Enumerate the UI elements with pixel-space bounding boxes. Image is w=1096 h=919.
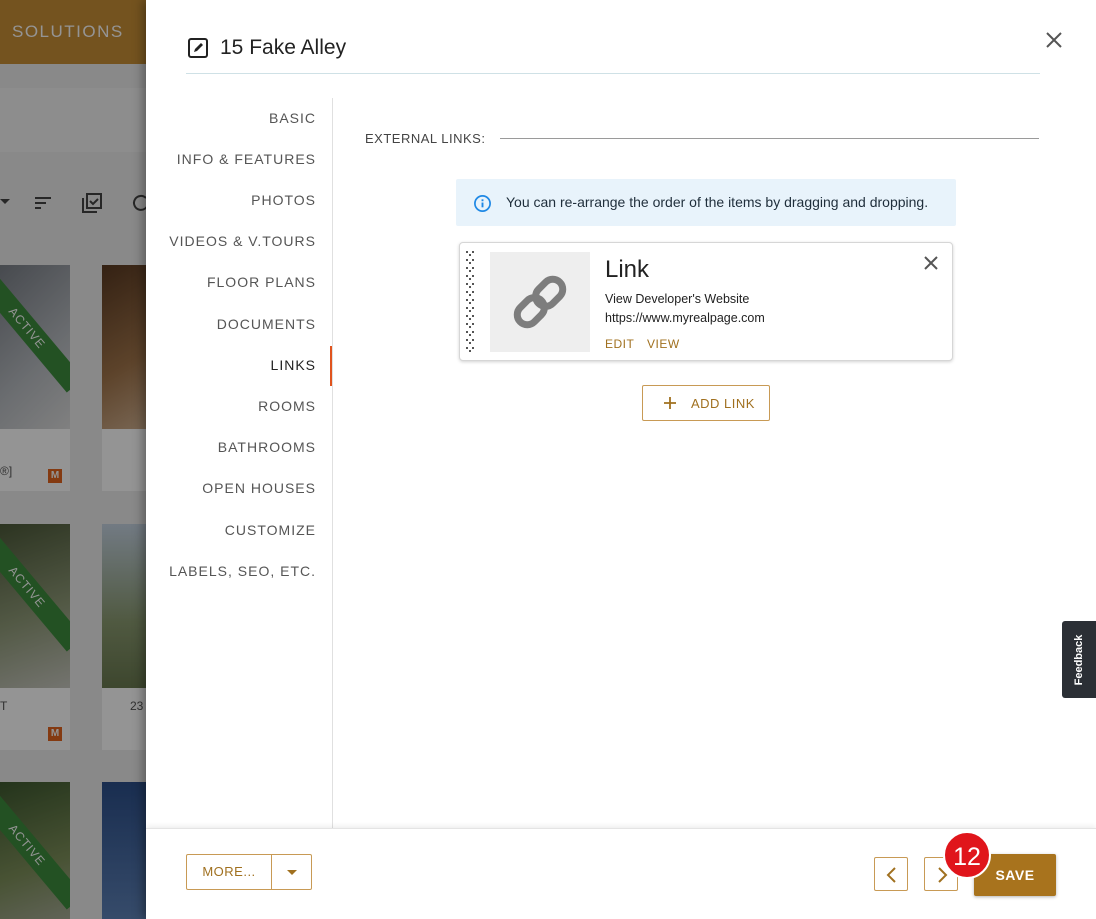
nav-item-floor-plans[interactable]: FLOOR PLANS: [207, 274, 316, 290]
close-icon[interactable]: [1042, 28, 1066, 52]
remove-link-icon[interactable]: [922, 254, 940, 272]
external-links-label: EXTERNAL LINKS:: [365, 131, 486, 146]
more-button[interactable]: MORE...: [186, 854, 272, 890]
edit-listing-dialog: 15 Fake Alley BASIC INFO & FEATURES PHOT…: [146, 0, 1096, 919]
nav-item-open-houses[interactable]: OPEN HOUSES: [202, 480, 316, 496]
edit-icon: [188, 38, 208, 58]
feedback-tab[interactable]: Feedback: [1062, 621, 1096, 698]
more-dropdown-toggle[interactable]: [271, 854, 312, 890]
add-link-label: ADD LINK: [691, 396, 755, 411]
nav-item-customize[interactable]: CUSTOMIZE: [225, 522, 316, 538]
nav-item-bathrooms[interactable]: BATHROOMS: [218, 439, 316, 455]
nav-item-basic[interactable]: BASIC: [269, 110, 316, 126]
dialog-footer: MORE... SAVE 12: [146, 828, 1096, 919]
nav-item-photos[interactable]: PHOTOS: [251, 192, 316, 208]
dialog-title: 15 Fake Alley: [220, 36, 347, 59]
chain-link-icon: [513, 275, 567, 329]
nav-item-rooms[interactable]: ROOMS: [258, 398, 316, 414]
step-number-badge: 12: [943, 831, 991, 879]
info-banner: You can re-arrange the order of the item…: [456, 179, 956, 226]
link-thumbnail: [490, 252, 590, 352]
info-text: You can re-arrange the order of the item…: [506, 194, 929, 210]
dialog-header: 15 Fake Alley: [186, 32, 1040, 74]
info-icon: [474, 195, 491, 212]
link-description: View Developer's Website: [605, 292, 750, 306]
drag-handle-icon[interactable]: [464, 249, 478, 357]
nav-active-indicator: [330, 346, 332, 386]
link-item-card[interactable]: Link View Developer's Website https://ww…: [459, 242, 953, 361]
add-link-button[interactable]: ADD LINK: [642, 385, 770, 421]
nav-item-labels-seo[interactable]: LABELS, SEO, ETC.: [169, 563, 316, 579]
nav-item-videos-tours[interactable]: VIDEOS & V.TOURS: [169, 233, 316, 249]
plus-icon: [664, 397, 676, 409]
nav-item-documents[interactable]: DOCUMENTS: [217, 316, 316, 332]
link-url: https://www.myrealpage.com: [605, 311, 765, 325]
feedback-label: Feedback: [1073, 634, 1085, 685]
edit-link-button[interactable]: EDIT: [605, 337, 634, 351]
chevron-left-icon: [886, 867, 896, 883]
caret-down-icon: [287, 870, 297, 875]
view-link-button[interactable]: VIEW: [647, 337, 680, 351]
previous-button[interactable]: [874, 857, 908, 891]
nav-item-info-features[interactable]: INFO & FEATURES: [177, 151, 316, 167]
nav-item-links[interactable]: LINKS: [271, 357, 316, 373]
section-divider: [500, 138, 1039, 139]
section-nav: BASIC INFO & FEATURES PHOTOS VIDEOS & V.…: [146, 98, 333, 828]
link-title: Link: [605, 256, 650, 283]
